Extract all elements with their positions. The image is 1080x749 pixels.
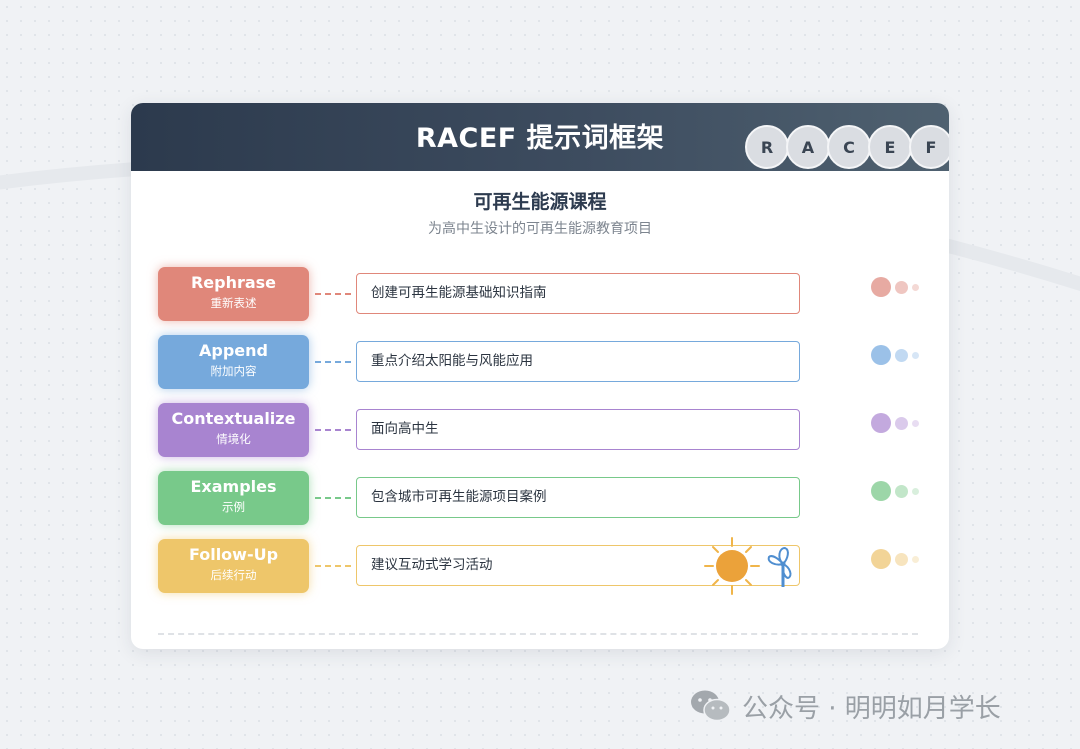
step-pill-contextualize: Contextualize 情境化 [158,403,309,457]
step-label-zh: 后续行动 [210,568,257,582]
step-content-box: 包含城市可再生能源项目案例 [356,477,800,518]
letter-badge-r: R [745,125,789,169]
footer-divider [158,633,918,635]
connector-dash [315,429,351,431]
letter-badge-e: E [868,125,912,169]
project-description: 为高中生设计的可再生能源教育项目 [428,221,652,237]
step-label: Append [199,341,268,360]
framework-card: RACEF 提示词框架 R A C E F 可再生能源课程 为高中生设计的可再生… [131,103,949,649]
step-label: Contextualize [171,409,296,428]
step-pill-examples: Examples 示例 [158,471,309,525]
step-label-zh: 附加内容 [210,364,257,378]
watermark: 公众号 · 明明如月学长 [690,686,1001,726]
wind-turbine-icon [767,547,792,587]
step-pill-follow-up: Follow-Up 后续行动 [158,539,309,593]
step-label-zh: 重新表述 [210,296,257,310]
connector-dash [315,293,351,295]
step-pill-rephrase: Rephrase 重新表述 [158,267,309,321]
step-label: Rephrase [190,273,277,292]
step-content-box: 创建可再生能源基础知识指南 [356,273,800,314]
project-title: 可再生能源课程 [473,191,607,213]
letter-badge-a: A [786,125,830,169]
wechat-icon [691,690,731,722]
card-header: RACEF 提示词框架 R A C E F [131,103,949,171]
sun-icon [704,537,760,595]
step-label: Examples [190,477,277,496]
step-label-zh: 情境化 [216,432,251,446]
step-label-zh: 示例 [222,500,245,514]
letter-badge-f: F [909,125,949,169]
connector-dash [315,497,351,499]
step-label: Follow-Up [188,545,279,564]
connector-dash [315,361,351,363]
step-content-box: 重点介绍太阳能与风能应用 [356,341,800,382]
letter-badge-c: C [827,125,871,169]
connector-dash [315,565,351,567]
step-content-box: 面向高中生 [356,409,800,450]
watermark-text: 公众号 · 明明如月学长 [742,693,1001,724]
step-pill-append: Append 附加内容 [158,335,309,389]
